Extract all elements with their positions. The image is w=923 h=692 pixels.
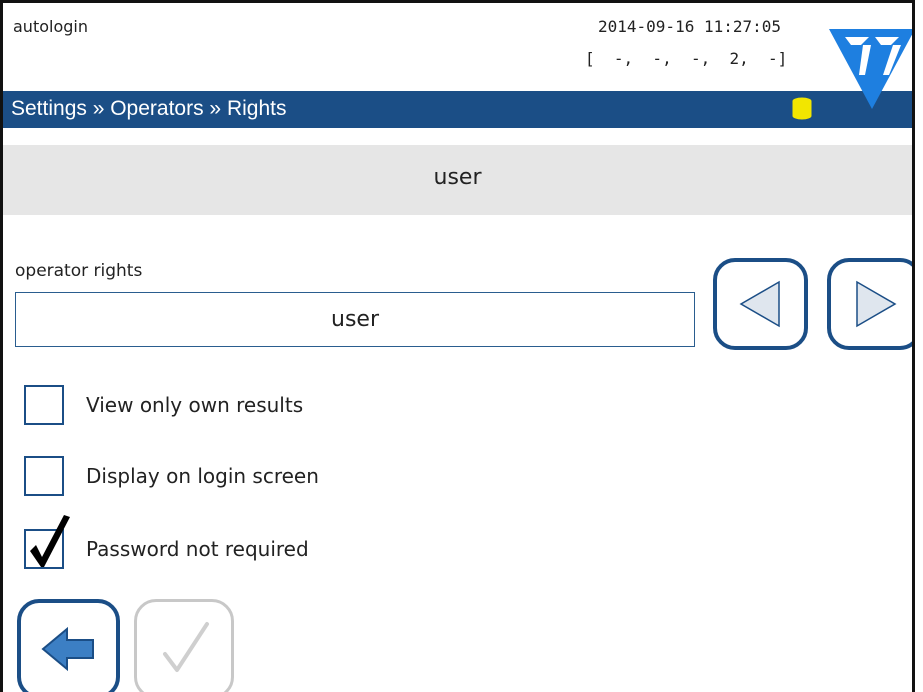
current-user: autologin	[13, 17, 88, 36]
confirm-button[interactable]	[134, 599, 234, 692]
option-label: Display on login screen	[86, 464, 319, 488]
option-label: Password not required	[86, 537, 309, 561]
operator-rights-value: user	[331, 307, 379, 332]
operator-rights-field[interactable]: user	[15, 292, 695, 347]
status-codes: [ -, -, -, 2, -]	[585, 49, 788, 68]
checkmark-icon	[30, 515, 70, 567]
checkmark-icon	[163, 622, 209, 672]
checkbox[interactable]	[24, 515, 70, 569]
database-icon	[791, 96, 813, 121]
breadcrumb: Settings » Operators » Rights	[11, 97, 287, 120]
page-title-band: user	[3, 145, 912, 215]
logo-icon	[829, 29, 912, 109]
datetime: 2014-09-16 11:27:05	[598, 17, 782, 36]
status-bar: autologin 2014-09-16 11:27:05 [ -, -, -,…	[3, 3, 912, 91]
previous-button[interactable]	[713, 258, 808, 350]
checkbox[interactable]	[24, 385, 64, 425]
breadcrumb-bar: Settings » Operators » Rights	[3, 91, 912, 128]
option-label: View only own results	[86, 393, 304, 417]
back-button[interactable]	[17, 599, 120, 692]
triangle-right-icon	[856, 280, 897, 328]
device-screen: autologin 2014-09-16 11:27:05 [ -, -, -,…	[0, 0, 915, 692]
operator-rights-label: operator rights	[15, 261, 143, 281]
page-title: user	[433, 165, 482, 190]
checkbox[interactable]	[24, 456, 64, 496]
next-button[interactable]	[827, 258, 912, 350]
triangle-left-icon	[739, 280, 780, 328]
arrow-left-icon	[41, 626, 94, 672]
